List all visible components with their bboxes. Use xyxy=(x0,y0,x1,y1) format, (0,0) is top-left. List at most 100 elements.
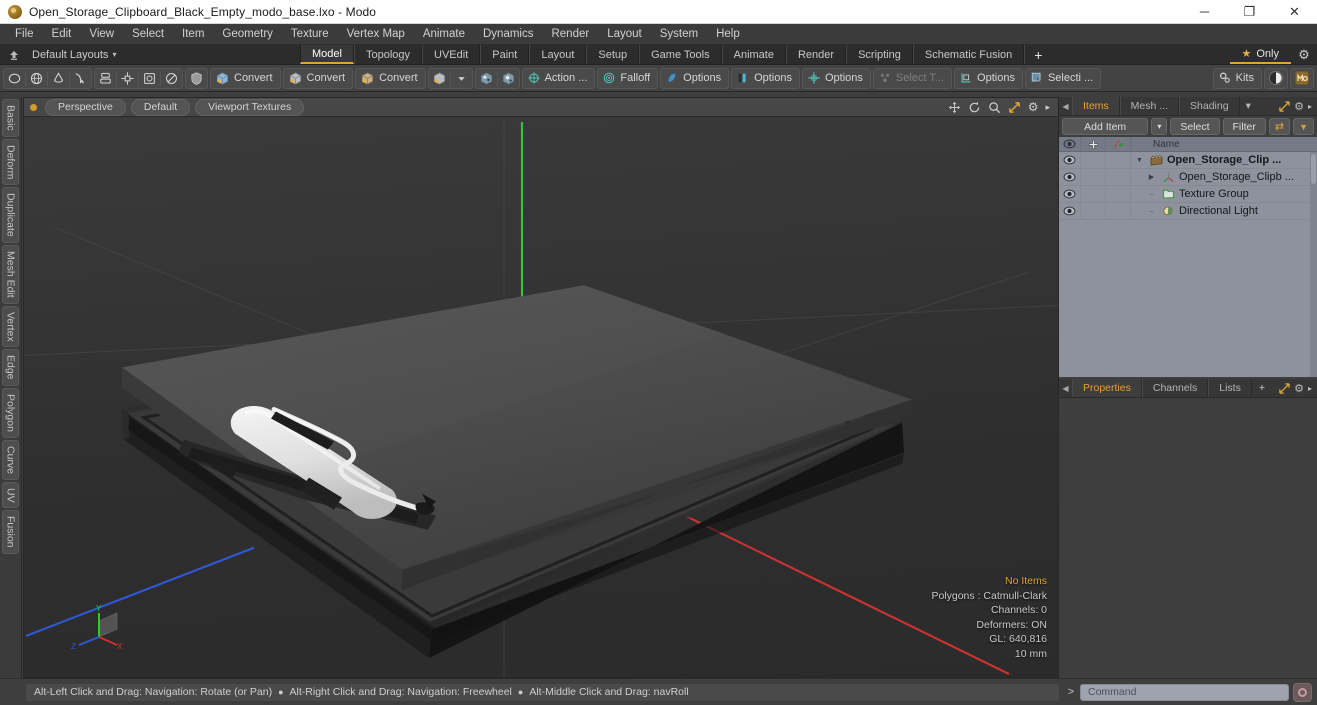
add-item-dropdown-icon[interactable]: ▾ xyxy=(1151,118,1168,135)
convert-button-3[interactable]: Convert xyxy=(356,69,425,88)
menu-animate[interactable]: Animate xyxy=(414,26,474,42)
selection-sets-button[interactable]: Selecti ... xyxy=(1026,69,1100,88)
tab-render[interactable]: Render xyxy=(785,45,847,64)
tab-model[interactable]: Model xyxy=(300,45,354,64)
row-lock-cell[interactable] xyxy=(1081,151,1106,169)
tab-channels[interactable]: Channels xyxy=(1141,379,1209,397)
falloff-button[interactable]: Falloff xyxy=(598,69,657,88)
bottom-tabs-scroll-left-icon[interactable]: ◀ xyxy=(1059,379,1072,397)
list-item[interactable]: – Directional Light xyxy=(1131,205,1317,217)
ellipse-icon[interactable] xyxy=(4,69,25,88)
tab-game-tools[interactable]: Game Tools xyxy=(639,45,722,64)
row-lock-cell[interactable] xyxy=(1081,185,1106,203)
viewport-more-arrow-icon[interactable]: ▸ xyxy=(1045,102,1050,113)
preview-render-icon[interactable] xyxy=(1265,69,1287,88)
bottom-tabs-add-button[interactable]: + xyxy=(1252,379,1272,397)
shade-sphere-a-icon[interactable] xyxy=(476,69,497,88)
menu-system[interactable]: System xyxy=(651,26,707,42)
tab-layout[interactable]: Layout xyxy=(529,45,587,64)
rail-tab-edge[interactable]: Edge xyxy=(2,349,19,386)
add-tab-button[interactable]: + xyxy=(1024,45,1052,64)
menu-dynamics[interactable]: Dynamics xyxy=(474,26,542,42)
table-row[interactable]: ▼ Open_Storage_Clip ... xyxy=(1059,151,1317,169)
menu-view[interactable]: View xyxy=(80,26,123,42)
list-item[interactable]: ▶ Open_Storage_Clipb ... xyxy=(1131,171,1317,183)
pan-icon[interactable] xyxy=(948,101,961,114)
kits-button[interactable]: Kits xyxy=(1214,69,1261,88)
expand-panel-icon[interactable] xyxy=(1279,100,1290,112)
snap-options-button[interactable]: Options xyxy=(661,69,728,88)
funnel-icon[interactable]: ▼ xyxy=(1293,118,1314,135)
tabs-scroll-left-icon[interactable]: ◀ xyxy=(1059,97,1072,115)
rotate-icon[interactable] xyxy=(968,101,981,114)
cone-icon[interactable] xyxy=(48,69,69,88)
modo-badge-icon[interactable] xyxy=(1291,69,1313,88)
layout-settings-gear-icon[interactable]: ⚙ xyxy=(1291,45,1317,64)
element-options-button[interactable]: Options xyxy=(955,69,1022,88)
tab-topology[interactable]: Topology xyxy=(353,45,423,64)
panel-settings-gear-icon[interactable]: ⚙ xyxy=(1294,100,1304,113)
close-button[interactable]: ✕ xyxy=(1272,0,1317,24)
rail-tab-vertex[interactable]: Vertex xyxy=(2,305,19,348)
tab-animate[interactable]: Animate xyxy=(721,45,786,64)
viewport-3d-canvas[interactable]: No Items Polygons : Catmull-Clark Channe… xyxy=(24,117,1058,677)
select-through-button[interactable]: Select T... xyxy=(874,69,951,88)
record-icon[interactable] xyxy=(1293,682,1312,702)
menu-item[interactable]: Item xyxy=(173,26,213,42)
row-render-cell[interactable] xyxy=(1106,202,1131,220)
add-item-button[interactable]: Add Item xyxy=(1062,118,1149,135)
pen-icon[interactable] xyxy=(70,69,91,88)
row-render-cell[interactable] xyxy=(1106,185,1131,203)
select-button[interactable]: Select xyxy=(1170,118,1220,135)
convert-button-1[interactable]: Convert xyxy=(211,69,280,88)
action-center-button[interactable]: Action ... xyxy=(523,69,595,88)
viewport-view-mode[interactable]: Perspective xyxy=(45,98,126,116)
stack-icon[interactable] xyxy=(95,69,116,88)
maximize-button[interactable]: ❐ xyxy=(1227,0,1272,24)
row-visibility-toggle[interactable] xyxy=(1059,151,1081,169)
shield-icon[interactable] xyxy=(186,69,207,88)
minimize-button[interactable]: ─ xyxy=(1182,0,1227,24)
viewport-textures[interactable]: Viewport Textures xyxy=(195,98,305,116)
viewport-shading-preset[interactable]: Default xyxy=(130,98,191,116)
table-row[interactable]: – Directional Light xyxy=(1059,202,1317,220)
tab-uvedit[interactable]: UVEdit xyxy=(422,45,481,64)
tab-properties[interactable]: Properties xyxy=(1072,379,1142,397)
menu-file[interactable]: File xyxy=(6,26,43,42)
properties-settings-gear-icon[interactable]: ⚙ xyxy=(1294,382,1304,395)
command-input[interactable]: Command xyxy=(1080,683,1289,701)
only-toggle-button[interactable]: ★ Only xyxy=(1229,45,1291,64)
menu-layout[interactable]: Layout xyxy=(598,26,651,42)
frame-icon[interactable] xyxy=(139,69,160,88)
tab-schematic-fusion[interactable]: Schematic Fusion xyxy=(912,45,1025,64)
workplane-options-button[interactable]: Options xyxy=(803,69,870,88)
row-render-cell[interactable] xyxy=(1106,168,1131,186)
rail-tab-basic[interactable]: Basic xyxy=(2,99,19,137)
list-item[interactable]: – Texture Group xyxy=(1131,188,1317,200)
menu-select[interactable]: Select xyxy=(123,26,173,42)
zoom-icon[interactable] xyxy=(988,101,1001,114)
globe-icon[interactable] xyxy=(26,69,47,88)
shade-sphere-b-icon[interactable] xyxy=(498,69,519,88)
swap-icon[interactable]: ⇄ xyxy=(1268,118,1291,135)
rail-tab-uv[interactable]: UV xyxy=(2,481,19,509)
rail-tab-deform[interactable]: Deform xyxy=(2,138,19,186)
rail-tab-mesh-edit[interactable]: Mesh Edit xyxy=(2,244,19,304)
fit-icon[interactable] xyxy=(1008,101,1021,114)
menu-help[interactable]: Help xyxy=(707,26,749,42)
properties-more-arrow-icon[interactable]: ▸ xyxy=(1308,384,1312,393)
menu-vertex-map[interactable]: Vertex Map xyxy=(338,26,414,42)
table-row[interactable]: – Texture Group xyxy=(1059,185,1317,203)
twisty-expanded-icon[interactable]: ▼ xyxy=(1133,157,1146,164)
box-icon[interactable] xyxy=(429,69,450,88)
row-visibility-toggle[interactable] xyxy=(1059,202,1081,220)
circle-slice-icon[interactable] xyxy=(161,69,182,88)
viewport-settings-gear-icon[interactable]: ⚙ xyxy=(1028,100,1039,114)
tab-items[interactable]: Items xyxy=(1072,97,1120,115)
items-list-scrollbar[interactable] xyxy=(1310,152,1317,377)
layout-selector[interactable]: Default Layouts ▾ xyxy=(0,45,300,64)
table-row[interactable]: ▶ Open_Storage_Clipb ... xyxy=(1059,168,1317,186)
rail-tab-fusion[interactable]: Fusion xyxy=(2,510,19,554)
tabs-dropdown-caret-icon[interactable]: ▾ xyxy=(1240,97,1257,115)
twisty-collapsed-icon[interactable]: ▶ xyxy=(1145,173,1158,181)
